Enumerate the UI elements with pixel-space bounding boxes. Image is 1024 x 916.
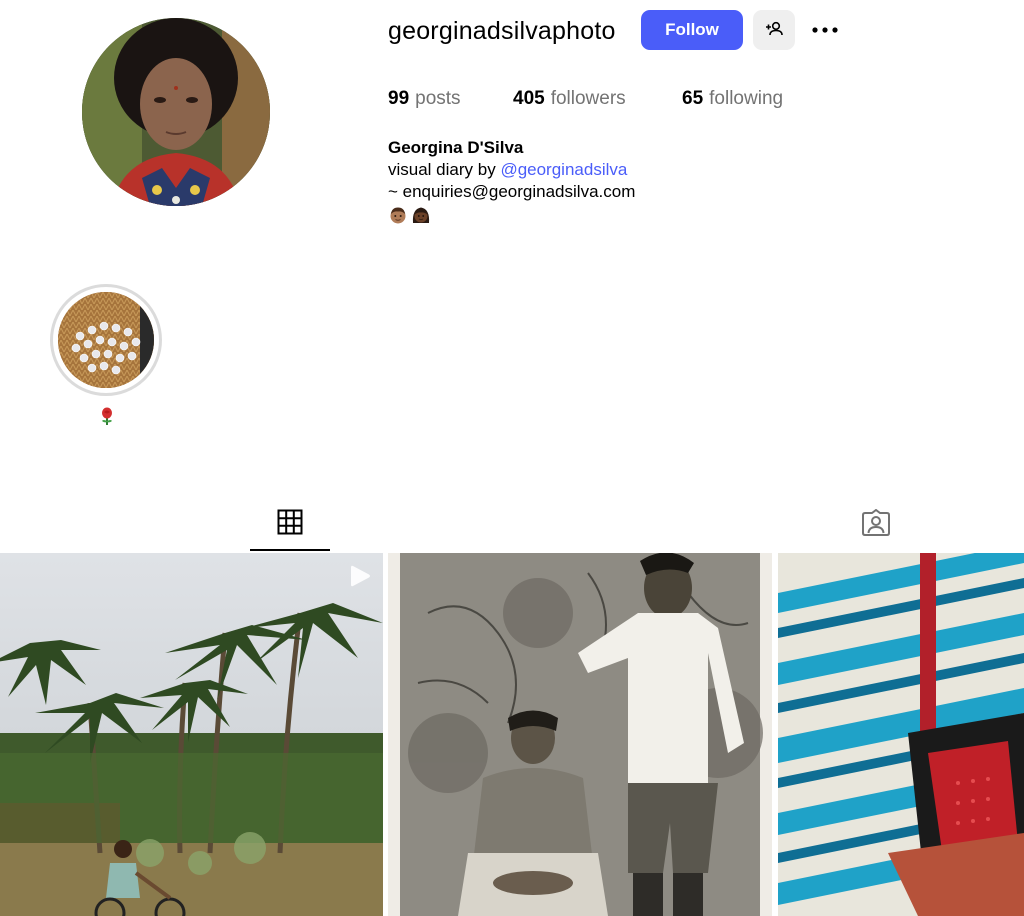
- bio-line-diary: visual diary by @georginadsilva: [388, 159, 635, 181]
- story-highlight[interactable]: [50, 284, 162, 396]
- suggested-accounts-button[interactable]: [753, 10, 795, 50]
- posts-grid: [0, 553, 1024, 916]
- follow-button[interactable]: Follow: [641, 10, 743, 50]
- post-image-couple: [388, 553, 772, 916]
- boy-face-emoji-icon: [388, 205, 408, 231]
- following-count: 65: [682, 88, 704, 109]
- add-person-icon: [764, 19, 784, 42]
- post-tile[interactable]: [778, 553, 1024, 916]
- profile-username: georginadsilvaphoto: [388, 17, 616, 45]
- following-stat[interactable]: 65 following: [682, 86, 783, 112]
- profile-page: georginadsilvaphoto Follow 99 posts 405 fo…: [0, 0, 1024, 916]
- following-label: following: [709, 88, 784, 109]
- posts-count: 99: [388, 88, 410, 109]
- profile-avatar[interactable]: [82, 18, 270, 206]
- more-options-button[interactable]: [806, 12, 844, 48]
- bio-diary-text: visual diary by: [388, 160, 501, 179]
- bio-mention-link[interactable]: @georginadsilva: [500, 160, 627, 179]
- video-icon: [347, 563, 373, 589]
- bio-full-name: Georgina D'Silva: [388, 138, 524, 157]
- followers-label: followers: [550, 88, 626, 109]
- profile-tabs: [0, 500, 1024, 552]
- posts-stat: 99 posts: [388, 86, 461, 112]
- post-tile[interactable]: [0, 553, 383, 916]
- highlight-cover-image: [58, 292, 154, 388]
- avatar-portrait-image: [82, 18, 270, 206]
- posts-label: posts: [415, 88, 461, 109]
- tagged-icon: [861, 508, 891, 542]
- bio-line-enquiries: ~ enquiries@georginadsilva.com: [388, 182, 636, 201]
- bio-emojis: [388, 205, 635, 231]
- girl-face-emoji-icon: [411, 205, 431, 231]
- post-tile[interactable]: [388, 553, 772, 916]
- post-image-palms: [0, 553, 383, 916]
- tab-posts[interactable]: [250, 500, 330, 551]
- post-image-striped-fabric: [778, 553, 1024, 916]
- rose-icon: [98, 406, 116, 426]
- profile-bio: Georgina D'Silva visual diary by @georgi…: [388, 137, 635, 231]
- ellipsis-icon: [811, 21, 839, 39]
- grid-icon: [277, 509, 303, 540]
- followers-count: 405: [513, 88, 545, 109]
- tab-tagged[interactable]: [836, 500, 916, 551]
- followers-stat[interactable]: 405 followers: [513, 86, 626, 112]
